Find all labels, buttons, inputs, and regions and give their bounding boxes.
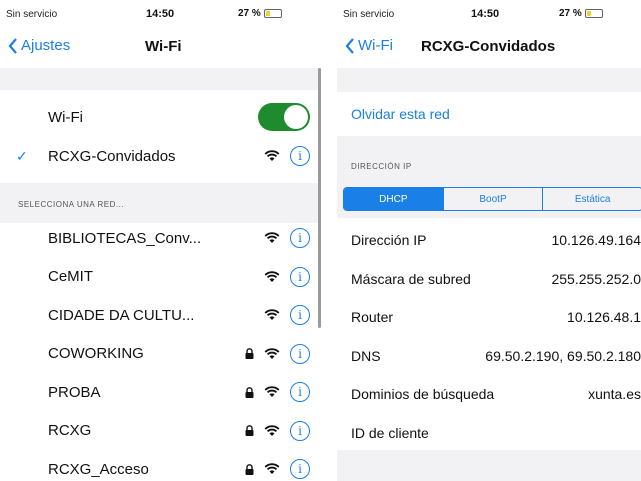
network-name: CIDADE DA CULTU... [48, 306, 195, 324]
info-icon[interactable]: i [290, 266, 310, 287]
ip-detail-value: xunta.es [588, 386, 641, 402]
ip-detail-key: Máscara de subred [351, 270, 471, 287]
ip-detail-key: Dominios de búsqueda [351, 386, 495, 402]
network-name: COWORKING [48, 345, 144, 362]
segment-dhcp[interactable]: DHCP [344, 188, 443, 210]
wifi-signal-icon [264, 386, 280, 397]
lock-icon [245, 348, 254, 359]
ip-detail-value: 10.126.49.164 [551, 232, 641, 248]
wifi-signal-icon [264, 150, 280, 161]
lock-icon [245, 463, 254, 475]
battery-icon [263, 9, 282, 18]
info-icon[interactable]: i [290, 305, 310, 325]
battery-percent: 27 % [559, 8, 582, 19]
nav-bar: Ajustes Wi-Fi [0, 30, 320, 66]
ip-detail-row: Dirección IP 10.126.49.164 [337, 218, 641, 262]
scroll-indicator [318, 68, 321, 328]
ip-detail-key: DNS [351, 347, 381, 364]
wifi-signal-icon [264, 270, 280, 282]
wifi-toggle[interactable] [258, 103, 310, 131]
forget-network-row[interactable]: Olvidar esta red [337, 92, 641, 136]
info-icon[interactable]: i [290, 459, 310, 479]
section-header: SELECCIONA UNA RED... [18, 200, 125, 209]
segment-bootp[interactable]: BootP [442, 188, 543, 210]
wifi-signal-icon [264, 347, 280, 359]
info-icon[interactable]: i [290, 228, 310, 248]
network-name: RCXG_Acceso [48, 460, 149, 478]
ip-detail-value: 10.126.48.1 [567, 309, 641, 325]
info-icon[interactable]: i [290, 382, 310, 402]
battery-percent: 27 % [238, 8, 261, 19]
status-bar: Sin servicio 14:50 27 % [337, 0, 641, 30]
wifi-signal-icon [264, 309, 280, 320]
back-label: Wi-Fi [358, 37, 393, 54]
chevron-left-icon [8, 37, 17, 54]
back-label: Ajustes [21, 37, 71, 54]
forget-network-button[interactable]: Olvidar esta red [351, 106, 450, 122]
wifi-settings-screen: Sin servicio 14:50 27 % Ajustes Wi-Fi Wi… [0, 0, 320, 481]
connected-network-name: RCXG-Convidados [48, 147, 176, 165]
wifi-signal-icon [264, 424, 280, 436]
wifi-signal-icon [264, 463, 280, 474]
checkmark-icon: ✓ [16, 147, 28, 164]
info-icon[interactable]: i [290, 146, 310, 166]
page-title: RCXG-Convidados [421, 38, 556, 55]
status-time: 14:50 [146, 8, 175, 20]
ip-mode-segmented-control[interactable]: DHCP BootP Estática [343, 187, 641, 211]
network-name: PROBA [48, 383, 101, 401]
status-time: 14:50 [471, 8, 500, 20]
network-name: CeMIT [48, 268, 93, 285]
nav-bar: Wi-Fi RCXG-Convidados [337, 30, 641, 66]
lock-icon [245, 386, 254, 398]
carrier-label: Sin servicio [6, 9, 58, 20]
lock-icon [245, 425, 254, 436]
network-row[interactable]: RCXG_Acceso i [0, 442, 320, 481]
back-button[interactable]: Ajustes [8, 37, 70, 54]
connected-network-row[interactable]: ✓ RCXG-Convidados i [0, 129, 320, 183]
page-title: Wi-Fi [145, 38, 182, 55]
ip-detail-value: 255.255.252.0 [551, 270, 641, 287]
info-icon[interactable]: i [290, 343, 310, 364]
ip-detail-row: DNS 69.50.2.190, 69.50.2.180 [337, 334, 641, 378]
network-name: BIBLIOTECAS_Conv... [48, 229, 202, 247]
ip-detail-key: Dirección IP [351, 232, 427, 248]
battery-icon [584, 9, 603, 18]
segment-estatica[interactable]: Estática [542, 188, 641, 210]
ip-detail-row: Router 10.126.48.1 [337, 295, 641, 339]
status-bar: Sin servicio 14:50 27 % [0, 0, 320, 30]
wifi-label: Wi-Fi [48, 108, 83, 126]
ip-detail-key: Router [351, 309, 394, 325]
info-icon[interactable]: i [290, 420, 310, 441]
network-detail-screen: Sin servicio 14:50 27 % Wi-Fi RCXG-Convi… [337, 0, 641, 481]
ip-detail-key: ID de cliente [351, 424, 429, 441]
ip-section-header: DIRECCIÓN IP [351, 162, 412, 171]
back-button[interactable]: Wi-Fi [345, 37, 393, 54]
ip-detail-value: 69.50.2.190, 69.50.2.180 [485, 347, 641, 364]
ip-detail-row: Dominios de búsqueda xunta.es [337, 372, 641, 416]
carrier-label: Sin servicio [343, 9, 395, 20]
wifi-signal-icon [264, 232, 280, 243]
ip-detail-row: Máscara de subred 255.255.252.0 [337, 257, 641, 301]
ip-detail-row: ID de cliente [337, 411, 641, 455]
chevron-left-icon [345, 37, 354, 54]
network-name: RCXG [48, 422, 92, 439]
